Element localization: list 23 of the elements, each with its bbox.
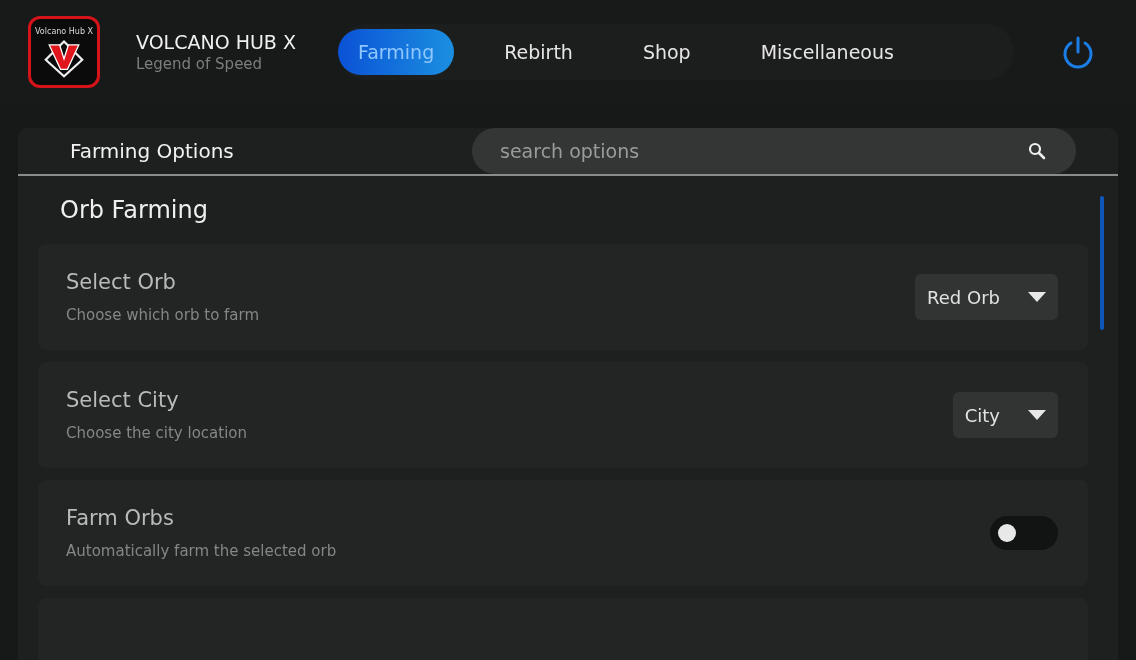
caret-icon	[1028, 410, 1046, 420]
option-description: Automatically farm the selected orb	[66, 542, 338, 560]
tab[interactable]: Rebirth	[484, 29, 593, 75]
toggle-switch[interactable]	[990, 516, 1058, 550]
panel-title: Farming Options	[70, 139, 235, 163]
scrollbar[interactable]	[1100, 196, 1104, 330]
tab[interactable]: Miscellaneous	[740, 29, 914, 75]
section-title: Orb Farming	[60, 196, 209, 224]
option-label: Select City	[66, 388, 180, 412]
logo-icon	[42, 38, 86, 78]
dropdown[interactable]: City	[952, 392, 1058, 438]
search-icon	[1028, 142, 1046, 160]
option-label: Farm Orbs	[66, 506, 175, 530]
option-label: Select Orb	[66, 270, 177, 294]
search-field[interactable]: search options	[472, 128, 1076, 174]
tab[interactable]: Shop	[622, 29, 711, 75]
app-title: VOLCANO HUB X	[136, 31, 297, 53]
caret-icon	[1028, 292, 1046, 302]
option-description: Choose which orb to farm	[66, 306, 261, 324]
app-subtitle: Legend of Speed	[136, 55, 264, 73]
option-description: Choose the city location	[66, 424, 248, 442]
logo-text: Volcano Hub X	[35, 27, 93, 36]
dropdown[interactable]: Red Orb	[915, 274, 1058, 320]
